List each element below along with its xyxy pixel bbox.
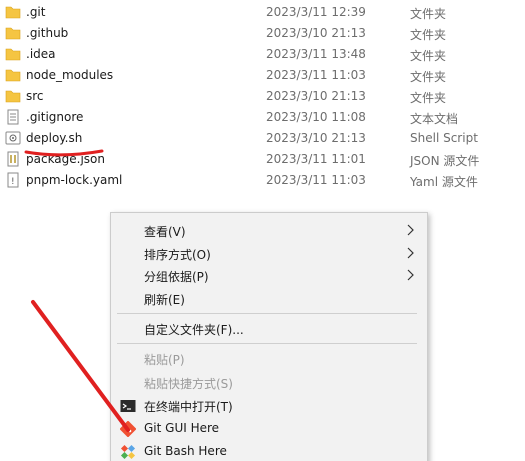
file-name: .gitignore — [26, 110, 84, 124]
folder-icon — [5, 90, 21, 103]
file-name: .git — [26, 5, 46, 19]
file-row-deploy-sh[interactable]: deploy.sh 2023/3/10 21:13 Shell Script — [0, 128, 525, 149]
context-menu: 查看(V) 排序方式(O) 分组依据(P) 刷新(E) 自定义文件夹(F)...… — [110, 212, 428, 461]
file-type: 文本文档 — [410, 112, 459, 126]
yaml-file-icon: ! — [7, 172, 19, 188]
file-row-git[interactable]: .git 2023/3/11 12:39 文件夹 — [0, 2, 525, 23]
menu-item-refresh[interactable]: 刷新(E) — [111, 287, 427, 309]
folder-icon — [5, 27, 21, 40]
git-gui-icon — [120, 421, 136, 437]
file-name: .github — [26, 26, 69, 40]
menu-item-paste-shortcut[interactable]: 粘贴快捷方式(S) — [111, 371, 427, 393]
file-row-node-modules[interactable]: node_modules 2023/3/11 11:03 文件夹 — [0, 65, 525, 86]
file-date: 2023/3/11 13:48 — [266, 47, 366, 61]
folder-icon — [5, 6, 21, 19]
file-row-src[interactable]: src 2023/3/10 21:13 文件夹 — [0, 86, 525, 107]
chevron-right-icon — [407, 247, 414, 259]
menu-item-open-terminal[interactable]: 在终端中打开(T) — [111, 394, 427, 416]
menu-label: Git GUI Here — [144, 421, 220, 435]
chevron-right-icon — [407, 224, 414, 236]
file-type: 文件夹 — [410, 28, 447, 42]
file-date: 2023/3/10 21:13 — [266, 26, 366, 40]
file-row-gitignore[interactable]: .gitignore 2023/3/10 11:08 文本文档 — [0, 107, 525, 128]
menu-item-customize-folder[interactable]: 自定义文件夹(F)... — [111, 317, 427, 339]
menu-label: 排序方式(O) — [144, 248, 211, 262]
file-date: 2023/3/10 21:13 — [266, 89, 366, 103]
file-name: node_modules — [26, 68, 114, 82]
file-date: 2023/3/11 11:01 — [266, 152, 366, 166]
menu-label: 粘贴快捷方式(S) — [144, 377, 233, 391]
file-date: 2023/3/10 21:13 — [266, 131, 366, 145]
text-file-icon — [7, 109, 19, 125]
menu-label: 自定义文件夹(F)... — [144, 323, 244, 337]
file-type: 文件夹 — [410, 7, 447, 21]
file-row-github[interactable]: .github 2023/3/10 21:13 文件夹 — [0, 23, 525, 44]
file-type: 文件夹 — [410, 49, 447, 63]
menu-item-group[interactable]: 分组依据(P) — [111, 264, 427, 286]
menu-item-view[interactable]: 查看(V) — [111, 219, 427, 241]
menu-label: 粘贴(P) — [144, 353, 185, 367]
file-date: 2023/3/10 11:08 — [266, 110, 366, 124]
menu-item-paste[interactable]: 粘贴(P) — [111, 347, 427, 369]
menu-item-git-gui[interactable]: Git GUI Here — [111, 417, 427, 439]
menu-item-sort[interactable]: 排序方式(O) — [111, 242, 427, 264]
file-name: pnpm-lock.yaml — [26, 173, 123, 187]
file-date: 2023/3/11 12:39 — [266, 5, 366, 19]
file-name: deploy.sh — [26, 131, 83, 145]
menu-label: 刷新(E) — [144, 293, 185, 307]
shell-script-icon — [5, 131, 21, 145]
svg-text:!: ! — [11, 177, 15, 187]
file-date: 2023/3/11 11:03 — [266, 68, 366, 82]
folder-icon — [5, 69, 21, 82]
terminal-icon — [120, 400, 136, 412]
file-date: 2023/3/11 11:03 — [266, 173, 366, 187]
menu-separator — [117, 343, 417, 344]
menu-item-git-bash[interactable]: Git Bash Here — [111, 440, 427, 461]
file-type: JSON 源文件 — [410, 154, 480, 168]
menu-separator — [117, 313, 417, 314]
menu-label: 在终端中打开(T) — [144, 400, 233, 414]
chevron-right-icon — [407, 269, 414, 281]
file-type: 文件夹 — [410, 91, 447, 105]
file-row-idea[interactable]: .idea 2023/3/11 13:48 文件夹 — [0, 44, 525, 65]
menu-label: 分组依据(P) — [144, 270, 209, 284]
file-name: .idea — [26, 47, 56, 61]
json-file-icon — [7, 151, 19, 167]
annotation-underline — [24, 149, 104, 157]
file-type: 文件夹 — [410, 70, 447, 84]
file-type: Shell Script — [410, 131, 478, 145]
file-row-pnpm-lock-yaml[interactable]: ! pnpm-lock.yaml 2023/3/11 11:03 Yaml 源文… — [0, 170, 525, 191]
git-bash-icon — [120, 444, 136, 460]
file-name: src — [26, 89, 44, 103]
folder-icon — [5, 48, 21, 61]
menu-label: 查看(V) — [144, 225, 186, 239]
menu-label: Git Bash Here — [144, 444, 227, 458]
file-type: Yaml 源文件 — [410, 175, 478, 189]
